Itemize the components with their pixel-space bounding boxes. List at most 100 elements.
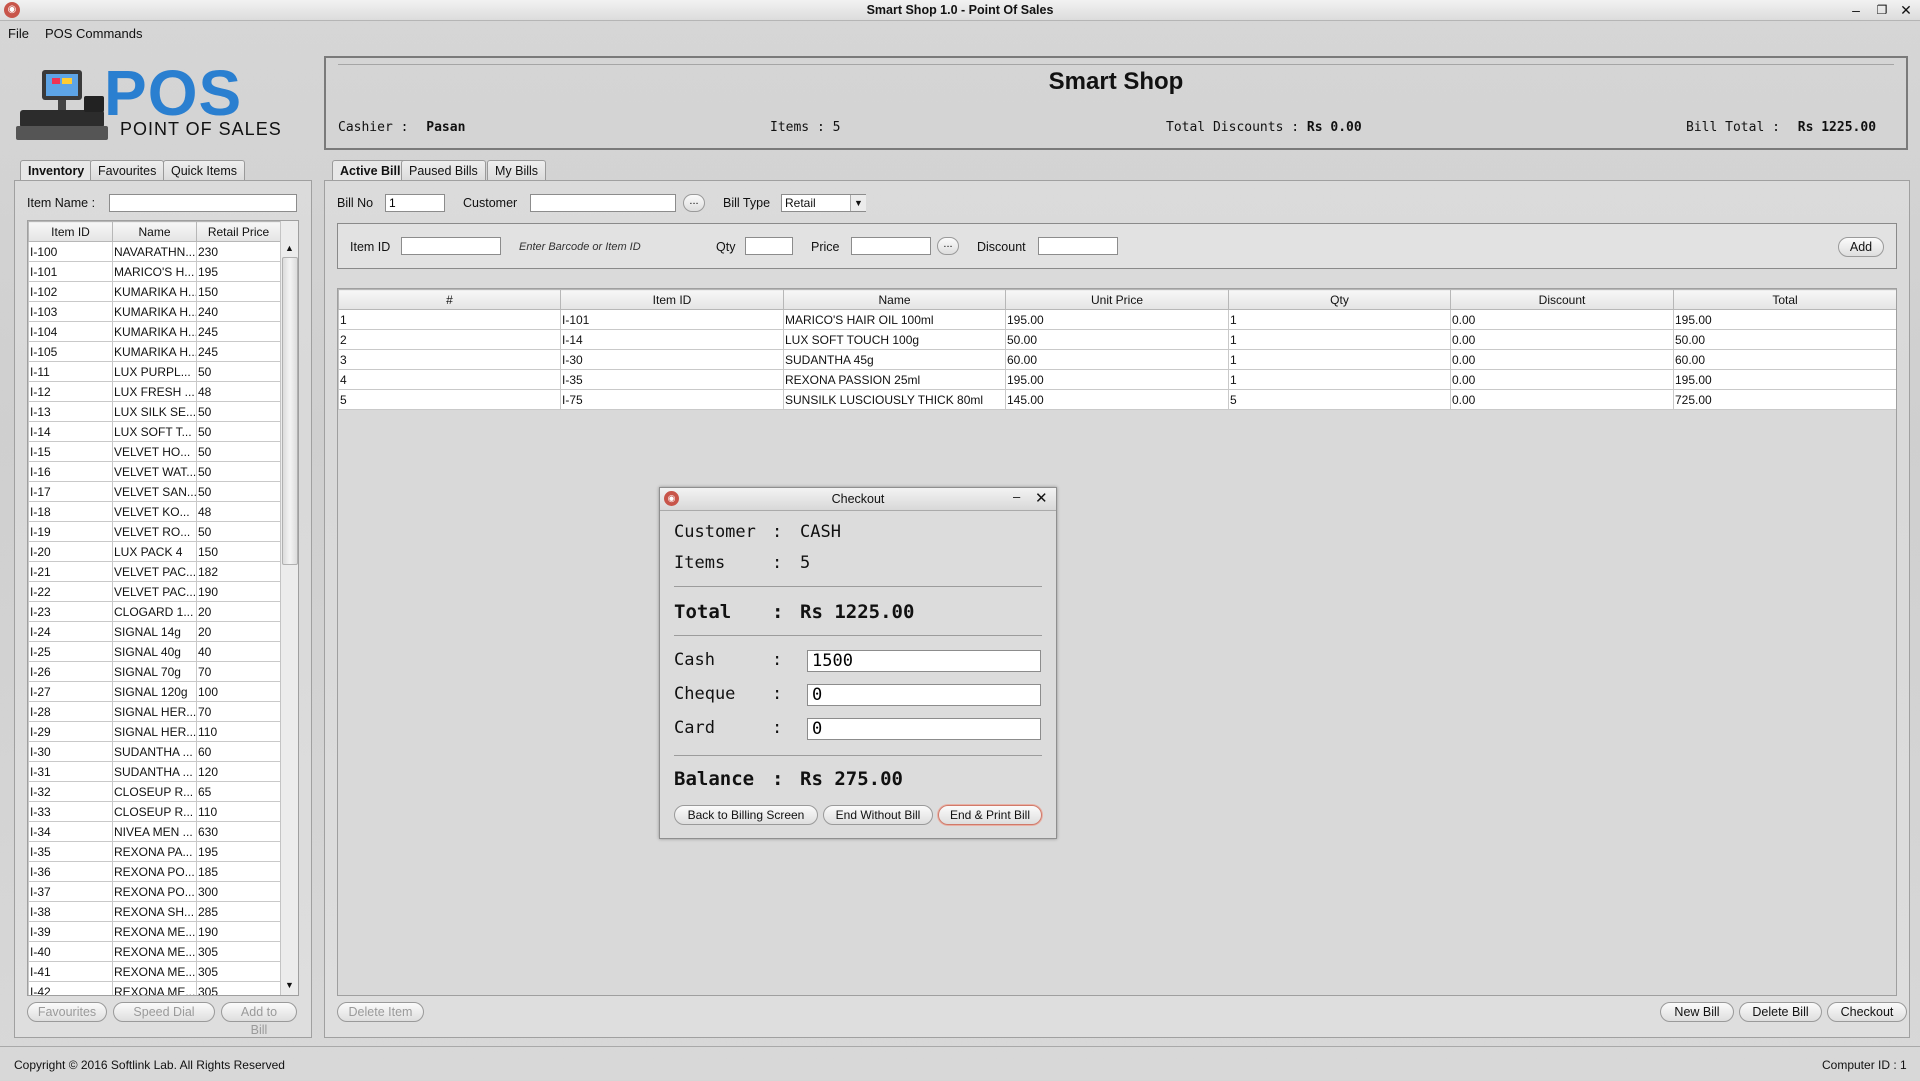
inventory-row[interactable]: I-34 NIVEA MEN ... 630: [28, 821, 281, 842]
bill-col-qty[interactable]: Qty: [1228, 289, 1451, 310]
inventory-row[interactable]: I-22 VELVET PAC... 190: [28, 581, 281, 602]
inventory-scrollbar[interactable]: ▲ ▼: [280, 221, 298, 995]
inventory-row[interactable]: I-27 SIGNAL 120g 100: [28, 681, 281, 702]
inventory-row[interactable]: I-14 LUX SOFT T... 50: [28, 421, 281, 442]
inventory-row[interactable]: I-23 CLOGARD 1... 20: [28, 601, 281, 622]
delete-bill-button[interactable]: Delete Bill: [1739, 1002, 1822, 1022]
inventory-cell-name: MARICO'S H...: [112, 261, 197, 282]
tab-active-bill[interactable]: Active Bill: [332, 160, 409, 181]
menu-file[interactable]: File: [0, 22, 37, 46]
bill-row[interactable]: 3 I-30 SUDANTHA 45g 60.00 1 0.00 60.00: [338, 349, 1896, 370]
inventory-col-retail-price[interactable]: Retail Price: [196, 221, 281, 242]
end-and-print-bill-button[interactable]: End & Print Bill: [938, 805, 1042, 825]
card-input[interactable]: [807, 718, 1041, 740]
tab-favourites[interactable]: Favourites: [90, 160, 165, 181]
chevron-down-icon[interactable]: ▼: [850, 195, 866, 211]
inventory-row[interactable]: I-39 REXONA ME... 190: [28, 921, 281, 942]
tab-quick-items[interactable]: Quick Items: [163, 160, 245, 181]
inventory-cell-name: SIGNAL HER...: [112, 721, 197, 742]
bill-col-number[interactable]: #: [338, 289, 561, 310]
inventory-row[interactable]: I-28 SIGNAL HER... 70: [28, 701, 281, 722]
item-id-input[interactable]: [401, 237, 501, 255]
maximize-icon[interactable]: ❐: [1872, 1, 1892, 19]
inventory-row[interactable]: I-15 VELVET HO... 50: [28, 441, 281, 462]
inventory-row[interactable]: I-24 SIGNAL 14g 20: [28, 621, 281, 642]
inventory-row[interactable]: I-16 VELVET WAT... 50: [28, 461, 281, 482]
bill-type-select[interactable]: Retail ▼: [781, 194, 866, 212]
inventory-row[interactable]: I-105 KUMARIKA H... 245: [28, 341, 281, 362]
customer-lookup-button[interactable]: ...: [683, 194, 705, 212]
close-icon[interactable]: ✕: [1896, 1, 1916, 19]
item-name-search-input[interactable]: [109, 194, 297, 212]
end-without-bill-button[interactable]: End Without Bill: [823, 805, 933, 825]
inventory-cell-name: VELVET WAT...: [112, 461, 197, 482]
minimize-icon[interactable]: –: [1846, 1, 1866, 19]
inventory-row[interactable]: I-37 REXONA PO... 300: [28, 881, 281, 902]
inventory-row[interactable]: I-103 KUMARIKA H... 240: [28, 301, 281, 322]
bill-col-name[interactable]: Name: [783, 289, 1006, 310]
bill-row[interactable]: 4 I-35 REXONA PASSION 25ml 195.00 1 0.00 195.0…: [338, 369, 1896, 390]
inventory-row[interactable]: I-25 SIGNAL 40g 40: [28, 641, 281, 662]
inventory-row[interactable]: I-35 REXONA PA... 195: [28, 841, 281, 862]
inventory-row[interactable]: I-11 LUX PURPL... 50: [28, 361, 281, 382]
checkout-dialog-titlebar[interactable]: ◉ Checkout – ✕: [660, 488, 1056, 511]
scroll-down-icon[interactable]: ▼: [285, 980, 294, 990]
customer-field[interactable]: [530, 194, 676, 212]
inventory-row[interactable]: I-102 KUMARIKA H... 150: [28, 281, 281, 302]
inventory-row[interactable]: I-17 VELVET SAN... 50: [28, 481, 281, 502]
inventory-row[interactable]: I-31 SUDANTHA ... 120: [28, 761, 281, 782]
add-item-button[interactable]: Add: [1838, 237, 1884, 257]
bill-no-field[interactable]: [385, 194, 445, 212]
tab-paused-bills[interactable]: Paused Bills: [401, 160, 486, 181]
inventory-row[interactable]: I-42 REXONA ME... 305: [28, 981, 281, 995]
qty-input[interactable]: [745, 237, 793, 255]
inventory-row[interactable]: I-36 REXONA PO... 185: [28, 861, 281, 882]
inventory-row[interactable]: I-21 VELVET PAC... 182: [28, 561, 281, 582]
close-icon[interactable]: ✕: [1035, 489, 1048, 507]
menu-pos-commands[interactable]: POS Commands: [37, 22, 151, 46]
add-to-bill-button[interactable]: Add to Bill: [221, 1002, 297, 1037]
inventory-row[interactable]: I-20 LUX PACK 4 150: [28, 541, 281, 562]
bill-col-discount[interactable]: Discount: [1450, 289, 1674, 310]
back-to-billing-button[interactable]: Back to Billing Screen: [674, 805, 818, 825]
cash-input[interactable]: [807, 650, 1041, 672]
inventory-row[interactable]: I-33 CLOSEUP R... 110: [28, 801, 281, 822]
scroll-up-icon[interactable]: ▲: [285, 243, 294, 253]
bill-col-item-id[interactable]: Item ID: [560, 289, 784, 310]
bill-row[interactable]: 5 I-75 SUNSILK LUSCIOUSLY THICK 80ml 145.00…: [338, 389, 1896, 410]
discount-input[interactable]: [1038, 237, 1118, 255]
bill-col-unit-price[interactable]: Unit Price: [1005, 289, 1229, 310]
inventory-col-item-id[interactable]: Item ID: [28, 221, 113, 242]
price-input[interactable]: [851, 237, 931, 255]
minimize-icon[interactable]: –: [1013, 489, 1020, 504]
inventory-row[interactable]: I-32 CLOSEUP R... 65: [28, 781, 281, 802]
checkout-button[interactable]: Checkout: [1827, 1002, 1907, 1022]
inventory-row[interactable]: I-38 REXONA SH... 285: [28, 901, 281, 922]
delete-item-button[interactable]: Delete Item: [337, 1002, 424, 1022]
inventory-row[interactable]: I-29 SIGNAL HER... 110: [28, 721, 281, 742]
inventory-row[interactable]: I-13 LUX SILK SE... 50: [28, 401, 281, 422]
price-lookup-button[interactable]: ...: [937, 237, 959, 255]
bill-col-total[interactable]: Total: [1673, 289, 1896, 310]
new-bill-button[interactable]: New Bill: [1660, 1002, 1734, 1022]
inventory-row[interactable]: I-30 SUDANTHA ... 60: [28, 741, 281, 762]
cheque-input[interactable]: [807, 684, 1041, 706]
inventory-row[interactable]: I-101 MARICO'S H... 195: [28, 261, 281, 282]
speed-dial-button[interactable]: Speed Dial: [113, 1002, 215, 1022]
bill-row[interactable]: 1 I-101 MARICO'S HAIR OIL 100ml 195.00 1 0.00…: [338, 309, 1896, 330]
inventory-scroll-thumb[interactable]: [282, 257, 298, 565]
tab-inventory[interactable]: Inventory: [20, 160, 93, 181]
tab-my-bills[interactable]: My Bills: [487, 160, 547, 181]
inventory-row[interactable]: I-26 SIGNAL 70g 70: [28, 661, 281, 682]
inventory-row[interactable]: I-100 NAVARATHN... 230: [28, 241, 281, 262]
inventory-cell-item-id: I-22: [28, 581, 113, 602]
inventory-row[interactable]: I-104 KUMARIKA H... 245: [28, 321, 281, 342]
inventory-row[interactable]: I-41 REXONA ME... 305: [28, 961, 281, 982]
inventory-row[interactable]: I-19 VELVET RO... 50: [28, 521, 281, 542]
inventory-col-name[interactable]: Name: [112, 221, 197, 242]
favourites-button[interactable]: Favourites: [27, 1002, 107, 1022]
bill-row[interactable]: 2 I-14 LUX SOFT TOUCH 100g 50.00 1 0.00 50.00: [338, 329, 1896, 350]
inventory-row[interactable]: I-12 LUX FRESH ... 48: [28, 381, 281, 402]
inventory-row[interactable]: I-40 REXONA ME... 305: [28, 941, 281, 962]
inventory-row[interactable]: I-18 VELVET KO... 48: [28, 501, 281, 522]
